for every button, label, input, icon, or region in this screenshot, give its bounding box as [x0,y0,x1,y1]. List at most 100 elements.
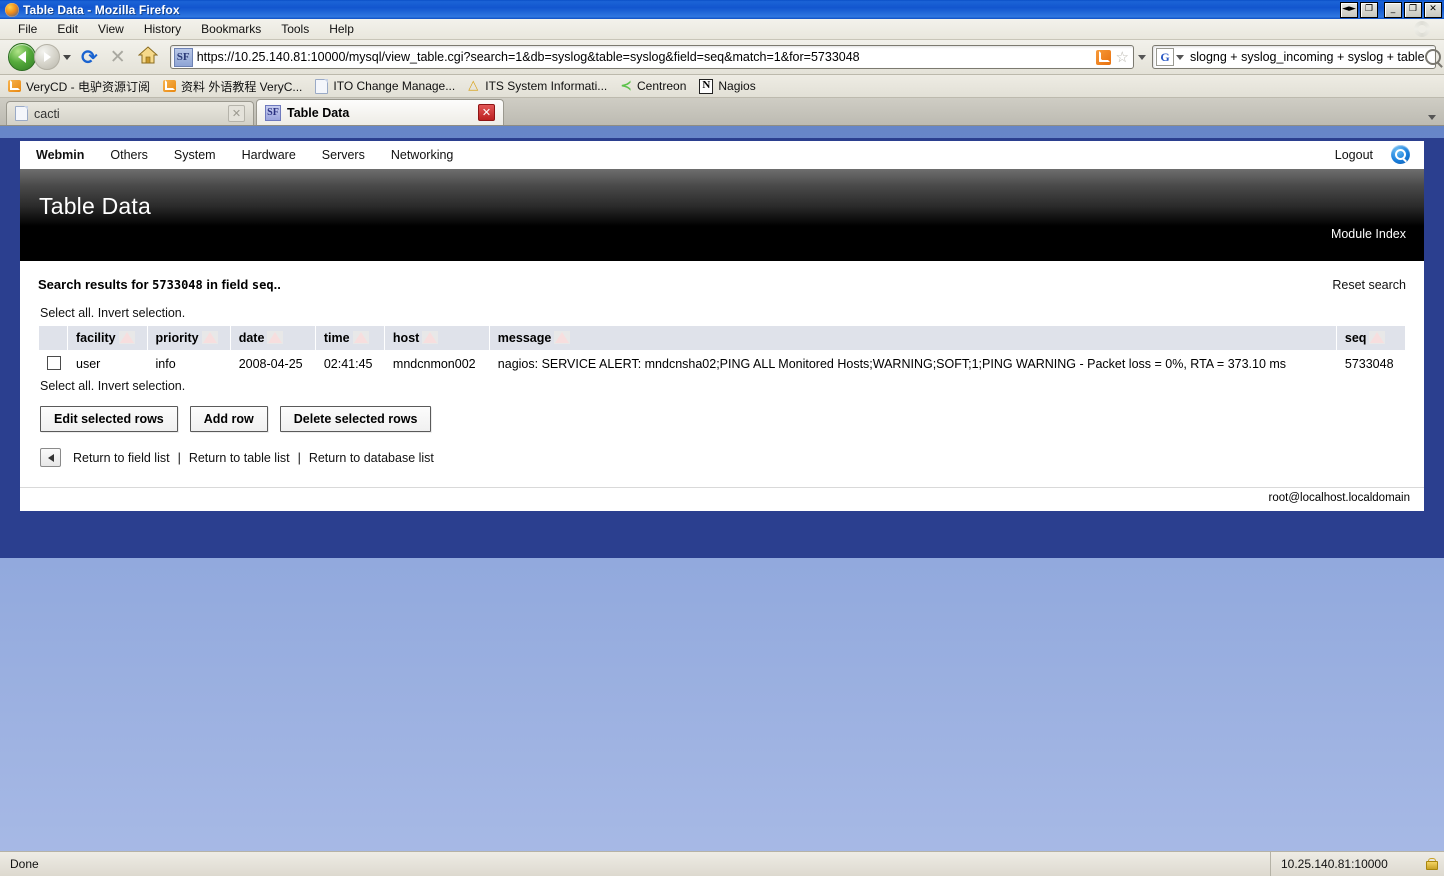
edit-selected-rows-button[interactable]: Edit selected rows [40,406,178,432]
bookmark-verycd-feed[interactable]: VeryCD - 电驴资源订阅 [8,78,150,95]
search-results-field: seq [251,278,274,292]
logout-link[interactable]: Logout [1335,148,1373,162]
tab-close-icon[interactable]: ✕ [228,105,245,122]
window-shade-button[interactable]: ◄► [1340,2,1358,18]
window-maximize-button[interactable]: ❐ [1404,2,1422,18]
navigation-toolbar: ⟳ ✕ SF https://10.25.140.81:10000/mysql/… [0,40,1444,75]
cell-seq: 5733048 [1335,350,1407,377]
invert-selection-link-top[interactable]: Invert selection. [98,306,186,320]
column-header-facility[interactable]: facility [67,325,148,351]
reload-icon[interactable]: ⟳ [81,47,98,67]
table-header-row: facility priority date time host message… [38,325,1407,351]
sort-triangle-icon[interactable] [1369,331,1386,344]
menu-help[interactable]: Help [319,20,364,38]
url-bar[interactable]: SF https://10.25.140.81:10000/mysql/view… [169,45,1134,69]
bookmark-label: VeryCD - 电驴资源订阅 [26,79,151,94]
bookmark-star-icon[interactable]: ☆ [1116,48,1129,66]
tab-cacti[interactable]: cacti ✕ [6,101,254,125]
column-header-seq[interactable]: seq [1335,325,1407,351]
bookmark-ito-change[interactable]: ITO Change Manage... [315,78,455,94]
menu-view[interactable]: View [88,20,134,38]
nav-networking[interactable]: Networking [391,148,454,162]
column-header-message[interactable]: message [488,325,1337,351]
bookmark-centreon[interactable]: ≺ Centreon [620,79,686,93]
search-engine-dropdown-icon[interactable] [1176,54,1184,60]
tab-list-dropdown-icon[interactable] [1428,115,1436,120]
search-results-header: Search results for 5733048 in field seq.… [38,277,1406,304]
lock-icon[interactable] [1426,858,1438,870]
back-button[interactable] [8,43,36,71]
stop-icon[interactable]: ✕ [110,47,126,67]
nagios-icon: N [699,78,714,94]
nav-system[interactable]: System [174,148,216,162]
menu-edit[interactable]: Edit [47,20,88,38]
bookmark-its-system[interactable]: △ ITS System Informati... [468,79,607,93]
back-arrow-button[interactable] [40,448,61,467]
bookmark-ziliao-feed[interactable]: 资料 外语教程 VeryC... [163,78,302,95]
row-select-cell[interactable] [38,350,68,377]
results-table-wrapper: facility priority date time host message… [38,325,1407,377]
column-label: facility [76,331,116,345]
tux-icon: △ [468,78,479,93]
menu-tools[interactable]: Tools [271,20,319,38]
column-header-time[interactable]: time [314,325,385,351]
tab-strip: cacti ✕ SF Table Data ✕ [0,98,1444,126]
column-label: host [392,331,420,345]
column-header-date[interactable]: date [229,325,316,351]
module-index-link[interactable]: Module Index [1331,227,1406,241]
rss-feed-icon[interactable] [1095,49,1111,65]
bookmarks-toolbar: VeryCD - 电驴资源订阅 资料 外语教程 VeryC... ITO Cha… [0,75,1444,98]
column-header-priority[interactable]: priority [146,325,231,351]
select-all-link-bottom[interactable]: Select all. [40,379,94,393]
tab-close-icon[interactable]: ✕ [478,104,495,121]
bookmark-nagios[interactable]: N Nagios [699,78,756,94]
select-all-link-top[interactable]: Select all. [40,306,94,320]
menu-bookmarks[interactable]: Bookmarks [191,20,271,38]
status-text: Done [0,852,1271,876]
browser-status-bar: Done 10.25.140.81:10000 [0,851,1444,876]
forward-button[interactable] [34,44,60,70]
home-icon[interactable] [137,45,159,69]
search-bar[interactable]: G slogng + syslog_incoming + syslog + ta… [1152,45,1441,69]
column-header-host[interactable]: host [383,325,490,351]
google-search-engine-icon[interactable]: G [1156,48,1174,66]
reset-search-link[interactable]: Reset search [1332,278,1406,292]
nav-hardware[interactable]: Hardware [242,148,296,162]
add-row-button[interactable]: Add row [189,406,268,432]
sort-triangle-icon[interactable] [554,331,571,344]
menu-history[interactable]: History [134,20,191,38]
search-magnifier-icon[interactable] [1424,49,1441,65]
sort-triangle-icon[interactable] [118,331,135,344]
window-close-button[interactable]: ✕ [1424,2,1442,18]
sort-triangle-icon[interactable] [267,331,284,344]
tab-table-data[interactable]: SF Table Data ✕ [256,99,504,125]
feed-icon [163,80,177,92]
url-input[interactable]: https://10.25.140.81:10000/mysql/view_ta… [197,50,1096,64]
webmin-page-body: Search results for 5733048 in field seq.… [20,261,1424,511]
delete-selected-rows-button[interactable]: Delete selected rows [279,406,432,432]
window-minimize-button[interactable]: _ [1384,2,1402,18]
window-roll-button[interactable]: ❐ [1360,2,1378,18]
invert-selection-link-bottom[interactable]: Invert selection. [98,379,186,393]
webmin-app: Webmin Others System Hardware Servers Ne… [20,141,1424,511]
return-to-field-list-link[interactable]: Return to field list [73,451,170,465]
return-to-table-list-link[interactable]: Return to table list [189,451,290,465]
sort-triangle-icon[interactable] [422,331,439,344]
nav-servers[interactable]: Servers [322,148,365,162]
bookmark-label: 资料 外语教程 VeryC... [181,79,303,94]
nav-webmin[interactable]: Webmin [36,148,84,162]
nav-others[interactable]: Others [110,148,148,162]
search-input[interactable]: slogng + syslog_incoming + syslog + tabl… [1190,50,1425,64]
row-checkbox[interactable] [47,356,61,370]
history-dropdown-icon[interactable] [63,54,71,60]
page-favicon: SF [173,47,193,67]
sort-triangle-icon[interactable] [352,331,369,344]
back-arrow-icon [18,51,26,63]
url-dropdown-icon[interactable] [1138,54,1146,60]
sort-triangle-icon[interactable] [201,331,218,344]
return-to-database-list-link[interactable]: Return to database list [309,451,434,465]
table-action-buttons: Edit selected rows Add row Delete select… [38,398,1406,432]
menu-file[interactable]: File [8,20,47,38]
logged-in-user: root@localhost.localdomain [1268,492,1410,504]
search-icon[interactable] [1391,145,1410,164]
